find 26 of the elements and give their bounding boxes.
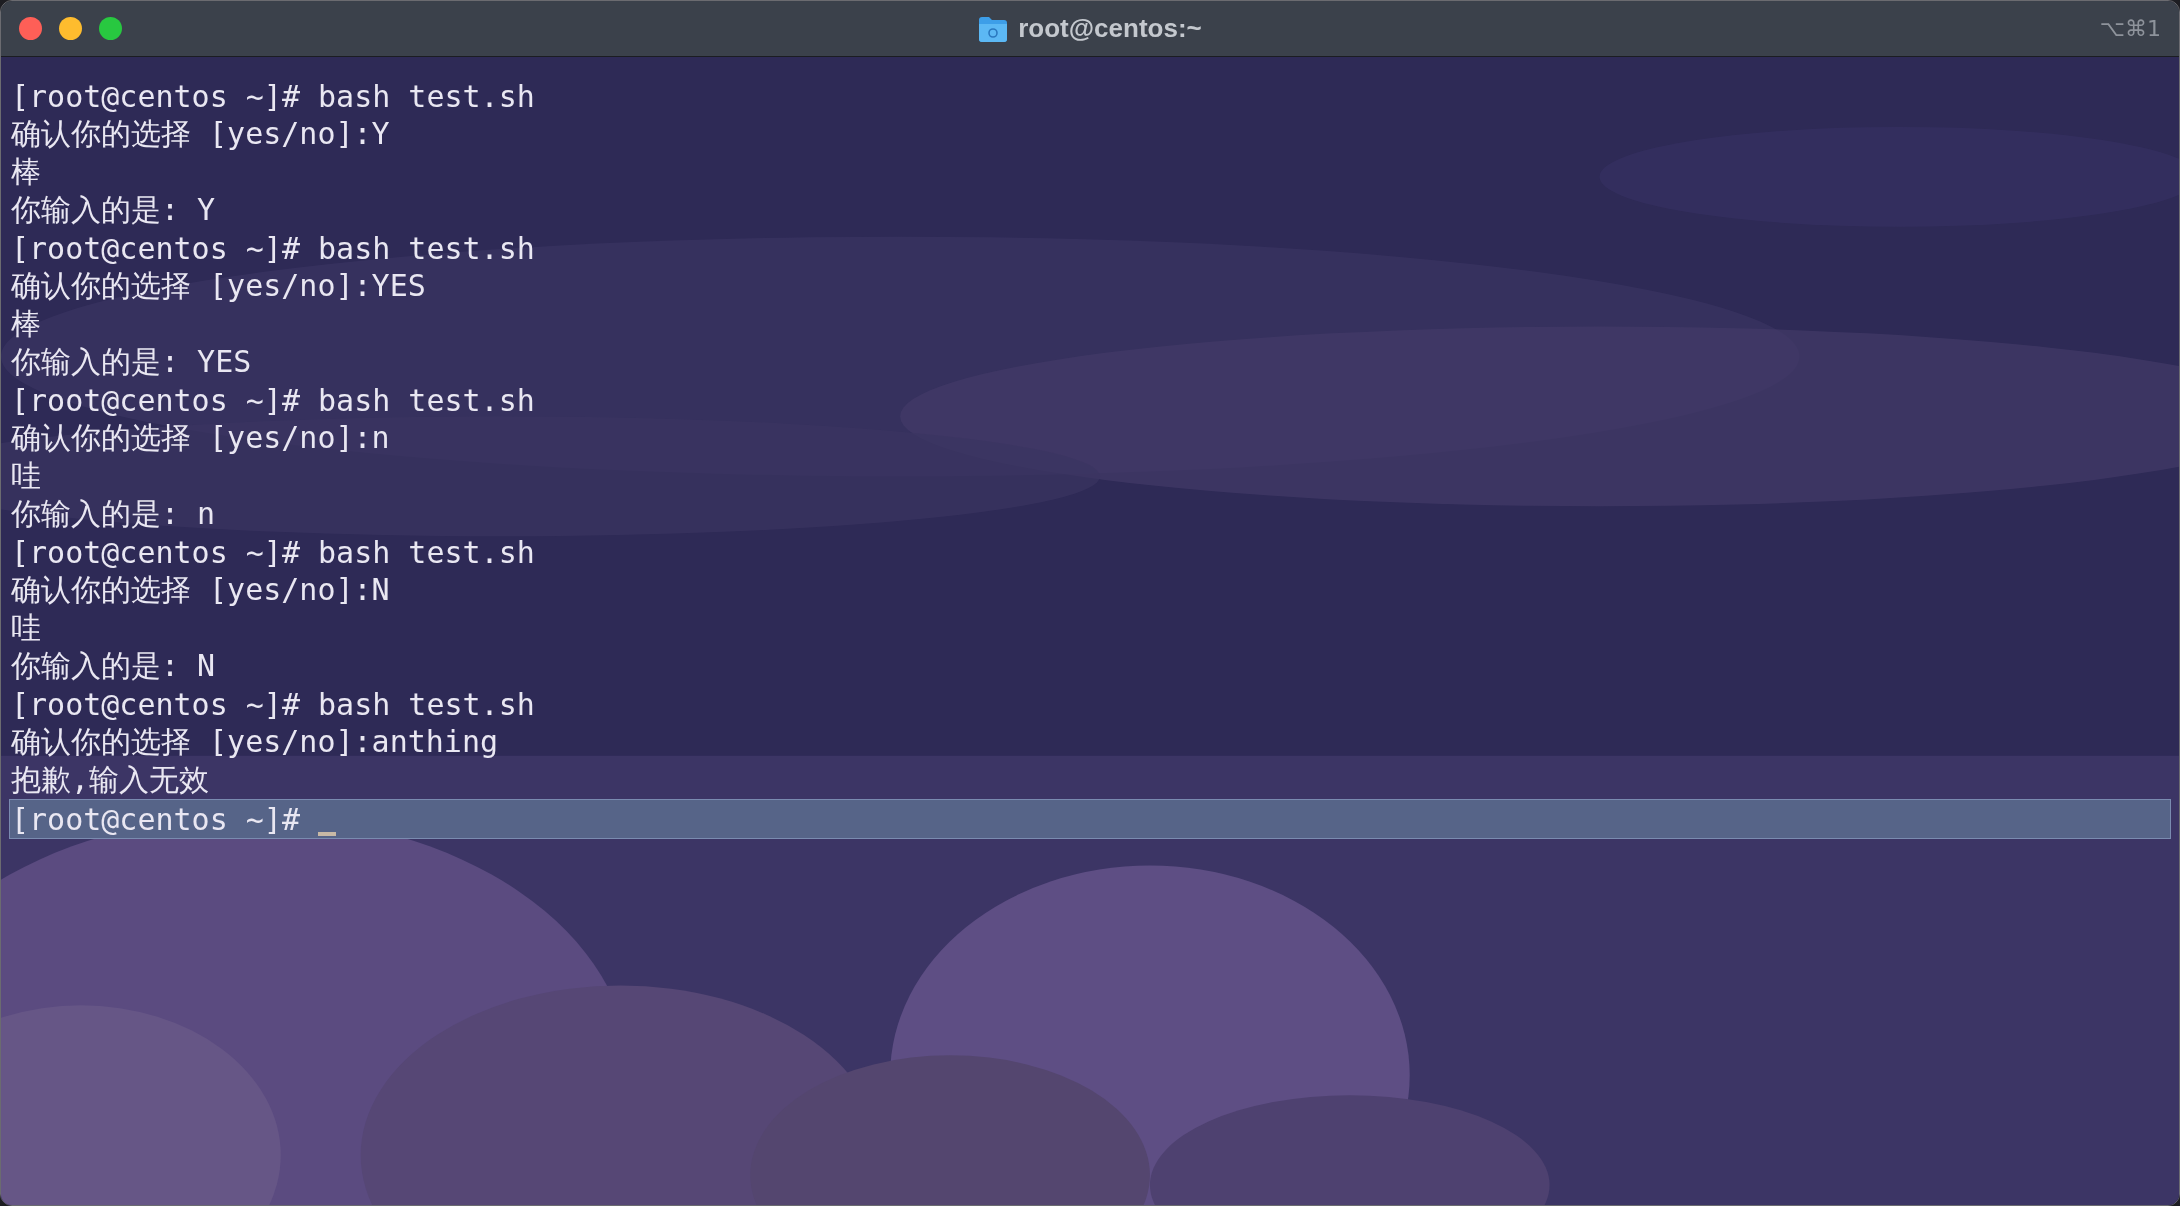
terminal-line: 确认你的选择 [yes/no]:YES xyxy=(11,266,426,305)
terminal-line: 你输入的是: YES xyxy=(11,342,252,381)
terminal-line: 哇 xyxy=(11,456,41,495)
terminal-line: 确认你的选择 [yes/no]:N xyxy=(11,570,390,609)
terminal-line: [root@centos ~]# bash test.sh xyxy=(11,230,535,266)
close-button[interactable] xyxy=(19,17,42,40)
folder-icon xyxy=(978,15,1009,42)
window-title: root@centos:~ xyxy=(1018,13,1202,44)
prompt-line: [root@centos ~]# xyxy=(11,801,300,837)
shortcut-label: ⌥⌘1 xyxy=(2099,16,2161,41)
terminal-line: 确认你的选择 [yes/no]:anthing xyxy=(11,722,499,761)
terminal-line: 你输入的是: n xyxy=(11,494,216,533)
terminal-line: [root@centos ~]# bash test.sh xyxy=(11,382,535,418)
terminal-line: 确认你的选择 [yes/no]:Y xyxy=(11,114,390,153)
terminal-line: 哇 xyxy=(11,608,41,647)
terminal-line: 棒 xyxy=(11,152,41,191)
terminal-line: 棒 xyxy=(11,304,41,343)
terminal-line: 确认你的选择 [yes/no]:n xyxy=(11,418,390,457)
terminal-line: [root@centos ~]# bash test.sh xyxy=(11,686,535,722)
minimize-button[interactable] xyxy=(59,17,82,40)
terminal-line: 抱歉,输入无效 xyxy=(11,760,210,799)
zoom-button[interactable] xyxy=(99,17,122,40)
terminal-line: 你输入的是: Y xyxy=(11,190,216,229)
terminal-line: [root@centos ~]# bash test.sh xyxy=(11,78,535,114)
terminal-line: [root@centos ~]# bash test.sh xyxy=(11,534,535,570)
terminal-line: 你输入的是: N xyxy=(11,646,216,685)
